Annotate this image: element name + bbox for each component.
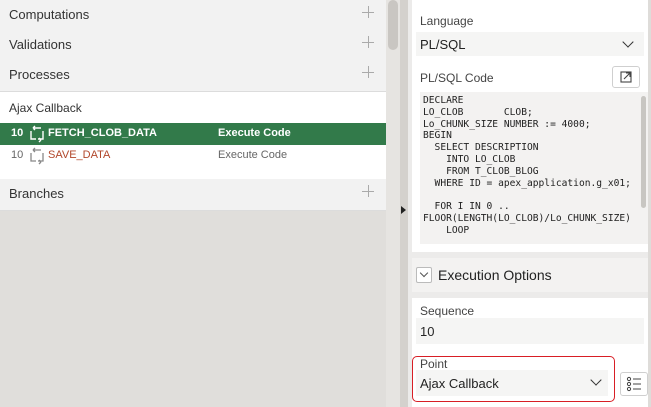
tree-section-computations[interactable]: Computations — [0, 0, 386, 32]
input-value: 10 — [420, 324, 435, 339]
process-type: Execute Code — [218, 149, 288, 161]
rendering-tree-pane: Computations Validations Processes Ajax … — [0, 0, 386, 211]
section-label: Processes — [9, 67, 70, 82]
section-label: Branches — [9, 186, 64, 201]
list-of-values-button[interactable] — [620, 372, 648, 396]
field-label: PL/SQL Code — [420, 71, 494, 85]
chevron-down-icon — [622, 36, 634, 48]
field-label: Language — [420, 14, 474, 28]
scrollbar-thumb[interactable] — [388, 0, 398, 50]
process-sequence: 10 — [11, 149, 24, 161]
section-label: Computations — [9, 7, 90, 22]
process-name: SAVE_DATA — [48, 149, 111, 161]
language-field: Language PL/SQL — [412, 0, 648, 62]
sequence-field: Sequence 10 — [412, 298, 648, 352]
tree-node-save-data[interactable]: 10 SAVE_DATA Execute Code — [0, 145, 386, 167]
process-code-icon — [30, 147, 44, 165]
property-editor-pane: Language PL/SQL PL/SQL Code DECLARE LO_C… — [408, 0, 651, 407]
collapse-arrow-icon[interactable] — [401, 206, 406, 214]
plus-icon[interactable] — [362, 6, 374, 18]
process-sequence: 10 — [11, 127, 24, 139]
point-field: Point Ajax Callback — [412, 352, 648, 407]
expand-code-editor-button[interactable] — [612, 66, 640, 88]
process-type: Execute Code — [218, 127, 291, 139]
expand-icon — [620, 71, 632, 83]
plus-icon[interactable] — [362, 66, 374, 78]
process-name: FETCH_CLOB_DATA — [48, 127, 157, 139]
chevron-down-icon[interactable] — [416, 267, 432, 283]
tree-section-validations[interactable]: Validations — [0, 30, 386, 62]
plus-icon[interactable] — [362, 185, 374, 197]
tree-spacer — [0, 167, 386, 179]
tree-section-processes[interactable]: Processes — [0, 60, 386, 92]
process-code-icon — [30, 125, 44, 143]
tree-scrollbar[interactable] — [386, 0, 400, 407]
plsql-code-field: PL/SQL Code DECLARE LO_CLOB CLOB; Lo_CHU… — [412, 62, 648, 252]
sequence-input[interactable]: 10 — [416, 318, 644, 344]
tree-section-branches[interactable]: Branches — [0, 179, 386, 211]
select-value: Ajax Callback — [420, 376, 499, 391]
code-scrollbar[interactable] — [641, 96, 646, 208]
pane-splitter[interactable] — [400, 0, 408, 407]
field-label: Sequence — [420, 304, 475, 318]
point-select[interactable]: Ajax Callback — [416, 370, 608, 396]
list-icon — [626, 376, 641, 392]
process-point-header: Ajax Callback — [0, 92, 386, 122]
process-point-label: Ajax Callback — [9, 101, 82, 115]
select-value: PL/SQL — [420, 37, 466, 52]
section-title: Execution Options — [438, 267, 552, 283]
chevron-down-icon — [590, 374, 602, 386]
section-label: Validations — [9, 37, 72, 52]
execution-options-section[interactable]: Execution Options — [412, 258, 648, 292]
plus-icon[interactable] — [362, 36, 374, 48]
code-text: DECLARE LO_CLOB CLOB; Lo_CHUNK_SIZE NUMB… — [423, 95, 631, 236]
code-editor[interactable]: DECLARE LO_CLOB CLOB; Lo_CHUNK_SIZE NUMB… — [420, 92, 648, 244]
field-label: Point — [420, 357, 448, 371]
tree-node-fetch-clob-data[interactable]: 10 FETCH_CLOB_DATA Execute Code — [0, 123, 386, 145]
language-select[interactable]: PL/SQL — [416, 32, 644, 56]
